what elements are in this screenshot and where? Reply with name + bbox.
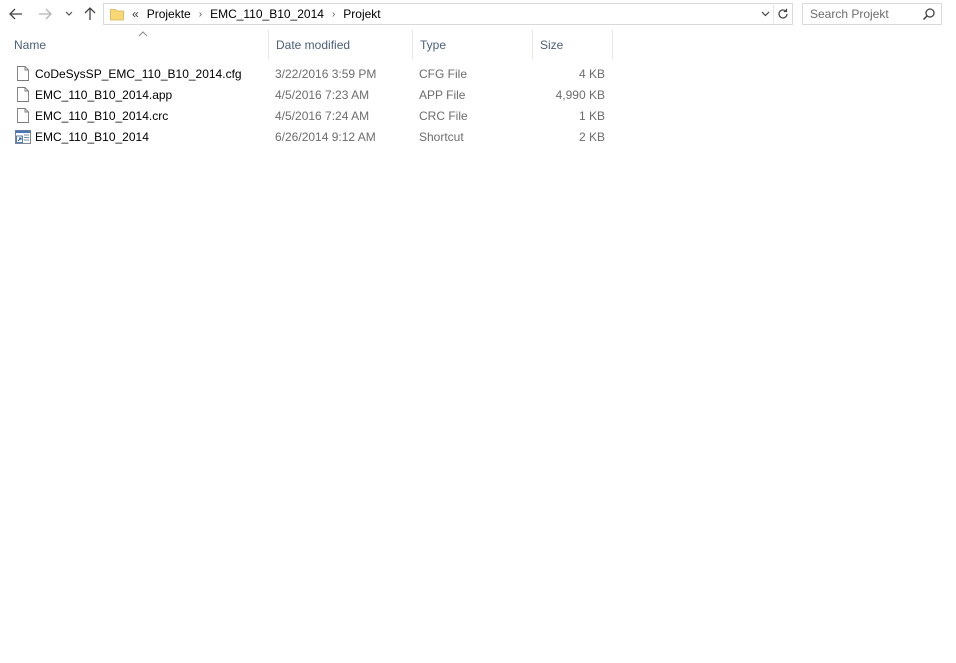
column-header-type[interactable]: Type bbox=[413, 30, 533, 59]
file-row[interactable]: EMC_110_B10_2014.app 4/5/2016 7:23 AM AP… bbox=[0, 84, 956, 105]
chevron-down-icon bbox=[65, 11, 73, 16]
shortcut-icon bbox=[15, 126, 31, 147]
recent-locations-button[interactable] bbox=[62, 4, 76, 24]
refresh-button[interactable] bbox=[773, 5, 791, 23]
chevron-down-icon bbox=[761, 11, 769, 17]
file-size: 4 KB bbox=[578, 66, 605, 81]
column-header-type-label: Type bbox=[420, 37, 447, 52]
chevron-right-icon[interactable]: › bbox=[199, 9, 202, 20]
file-name: EMC_110_B10_2014.app bbox=[35, 87, 173, 102]
up-button[interactable] bbox=[80, 4, 100, 24]
search-box[interactable] bbox=[802, 3, 942, 25]
column-header-date-modified[interactable]: Date modified bbox=[269, 30, 413, 59]
file-row[interactable]: EMC_110_B10_2014.crc 4/5/2016 7:24 AM CR… bbox=[0, 105, 956, 126]
file-type: APP File bbox=[419, 87, 466, 102]
breadcrumb-emc-110-b10-2014[interactable]: EMC_110_B10_2014 bbox=[210, 7, 324, 21]
document-icon bbox=[15, 84, 31, 105]
file-list: CoDeSysSP_EMC_110_B10_2014.cfg 3/22/2016… bbox=[0, 63, 956, 147]
column-header-size[interactable]: Size bbox=[533, 30, 613, 59]
address-bar[interactable]: « Projekte › EMC_110_B10_2014 › Projekt bbox=[103, 3, 793, 25]
navigation-bar: « Projekte › EMC_110_B10_2014 › Projekt bbox=[0, 0, 956, 29]
file-date-modified: 4/5/2016 7:24 AM bbox=[275, 108, 370, 123]
file-row[interactable]: CoDeSysSP_EMC_110_B10_2014.cfg 3/22/2016… bbox=[0, 63, 956, 84]
column-header-row: Name Date modified Type Size bbox=[0, 30, 956, 59]
arrow-right-icon bbox=[39, 8, 52, 20]
file-name: EMC_110_B10_2014.crc bbox=[35, 108, 169, 123]
arrow-left-icon bbox=[9, 8, 22, 20]
column-header-name-label: Name bbox=[14, 37, 47, 52]
folder-icon bbox=[110, 9, 124, 21]
back-button[interactable] bbox=[6, 4, 26, 24]
file-size: 2 KB bbox=[578, 129, 605, 144]
file-size: 1 KB bbox=[578, 108, 605, 123]
refresh-icon bbox=[777, 8, 788, 19]
forward-button[interactable] bbox=[35, 4, 55, 24]
address-dropdown-button[interactable] bbox=[758, 6, 772, 22]
search-icon[interactable] bbox=[922, 7, 936, 21]
file-name: CoDeSysSP_EMC_110_B10_2014.cfg bbox=[35, 66, 242, 81]
document-icon bbox=[15, 105, 31, 126]
file-name: EMC_110_B10_2014 bbox=[35, 129, 149, 144]
sort-ascending-icon bbox=[138, 31, 148, 37]
arrow-up-icon bbox=[84, 7, 96, 20]
breadcrumb-projekt[interactable]: Projekt bbox=[343, 7, 380, 21]
file-type: CFG File bbox=[419, 66, 467, 81]
breadcrumb-overflow[interactable]: « bbox=[132, 7, 139, 21]
file-type: Shortcut bbox=[419, 129, 464, 144]
file-date-modified: 6/26/2014 9:12 AM bbox=[275, 129, 376, 144]
file-date-modified: 3/22/2016 3:59 PM bbox=[275, 66, 377, 81]
file-row[interactable]: EMC_110_B10_2014 6/26/2014 9:12 AM Short… bbox=[0, 126, 956, 147]
file-date-modified: 4/5/2016 7:23 AM bbox=[275, 87, 370, 102]
search-input[interactable] bbox=[810, 7, 922, 21]
file-type: CRC File bbox=[419, 108, 468, 123]
file-size: 4,990 KB bbox=[555, 87, 605, 102]
column-header-name[interactable]: Name bbox=[7, 30, 269, 59]
breadcrumb-projekte[interactable]: Projekte bbox=[147, 7, 191, 21]
chevron-right-icon[interactable]: › bbox=[332, 9, 335, 20]
column-header-size-label: Size bbox=[540, 37, 564, 52]
document-icon bbox=[15, 63, 31, 84]
column-header-date-label: Date modified bbox=[276, 37, 351, 52]
